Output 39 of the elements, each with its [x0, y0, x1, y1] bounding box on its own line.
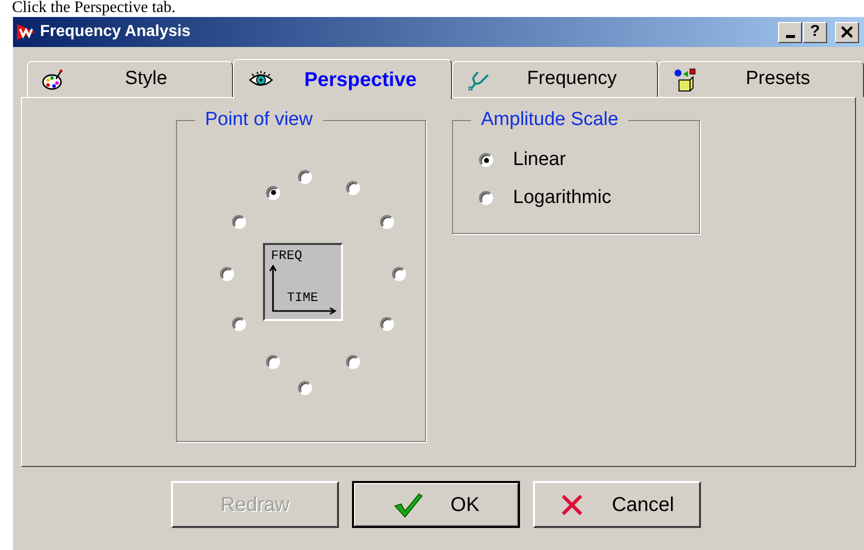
minimize-icon	[786, 34, 794, 38]
window-title: Frequency Analysis	[40, 22, 192, 42]
view-radio[interactable]	[346, 355, 360, 369]
tab[interactable]: Presets	[658, 61, 864, 97]
view-radio[interactable]	[392, 267, 406, 281]
view-radio[interactable]	[298, 170, 312, 184]
help-button[interactable]: ?	[803, 22, 827, 42]
view-radio[interactable]	[220, 267, 234, 281]
view-radio[interactable]	[380, 317, 394, 331]
cancel-button[interactable]: Cancel	[533, 481, 701, 528]
check-icon	[392, 492, 423, 518]
view-radio[interactable]	[232, 215, 246, 229]
tab[interactable]: Style	[27, 61, 234, 97]
view-radio[interactable]	[266, 186, 280, 200]
close-icon	[841, 26, 853, 38]
shapes-box-icon	[672, 68, 697, 92]
scale-radio[interactable]	[479, 153, 493, 167]
scale-radio[interactable]	[479, 191, 493, 205]
axes-icon	[269, 265, 339, 315]
axis-label: TIME	[287, 291, 318, 305]
cross-icon	[560, 492, 584, 516]
tab[interactable]: Frequency	[452, 61, 658, 97]
view-radio[interactable]	[380, 215, 394, 229]
option-label: Linear	[513, 149, 566, 171]
view-radio[interactable]	[232, 317, 246, 331]
axis-label: FREQ	[271, 249, 302, 263]
palette-icon	[42, 68, 64, 90]
view-radio[interactable]	[298, 381, 312, 395]
view-radio[interactable]	[266, 355, 280, 369]
view-radio[interactable]	[346, 181, 360, 195]
close-button[interactable]	[835, 22, 859, 42]
minimize-button[interactable]	[778, 22, 802, 42]
tab[interactable]: Perspective	[233, 59, 452, 99]
option-label: Logarithmic	[513, 187, 612, 209]
caption-text: Click the Perspective tab.	[11, 0, 177, 16]
group-title: Amplitude Scale	[471, 108, 628, 132]
tuning-fork-icon	[466, 68, 491, 90]
app-logo-icon	[16, 23, 36, 41]
ok-button[interactable]: OK	[352, 481, 520, 528]
